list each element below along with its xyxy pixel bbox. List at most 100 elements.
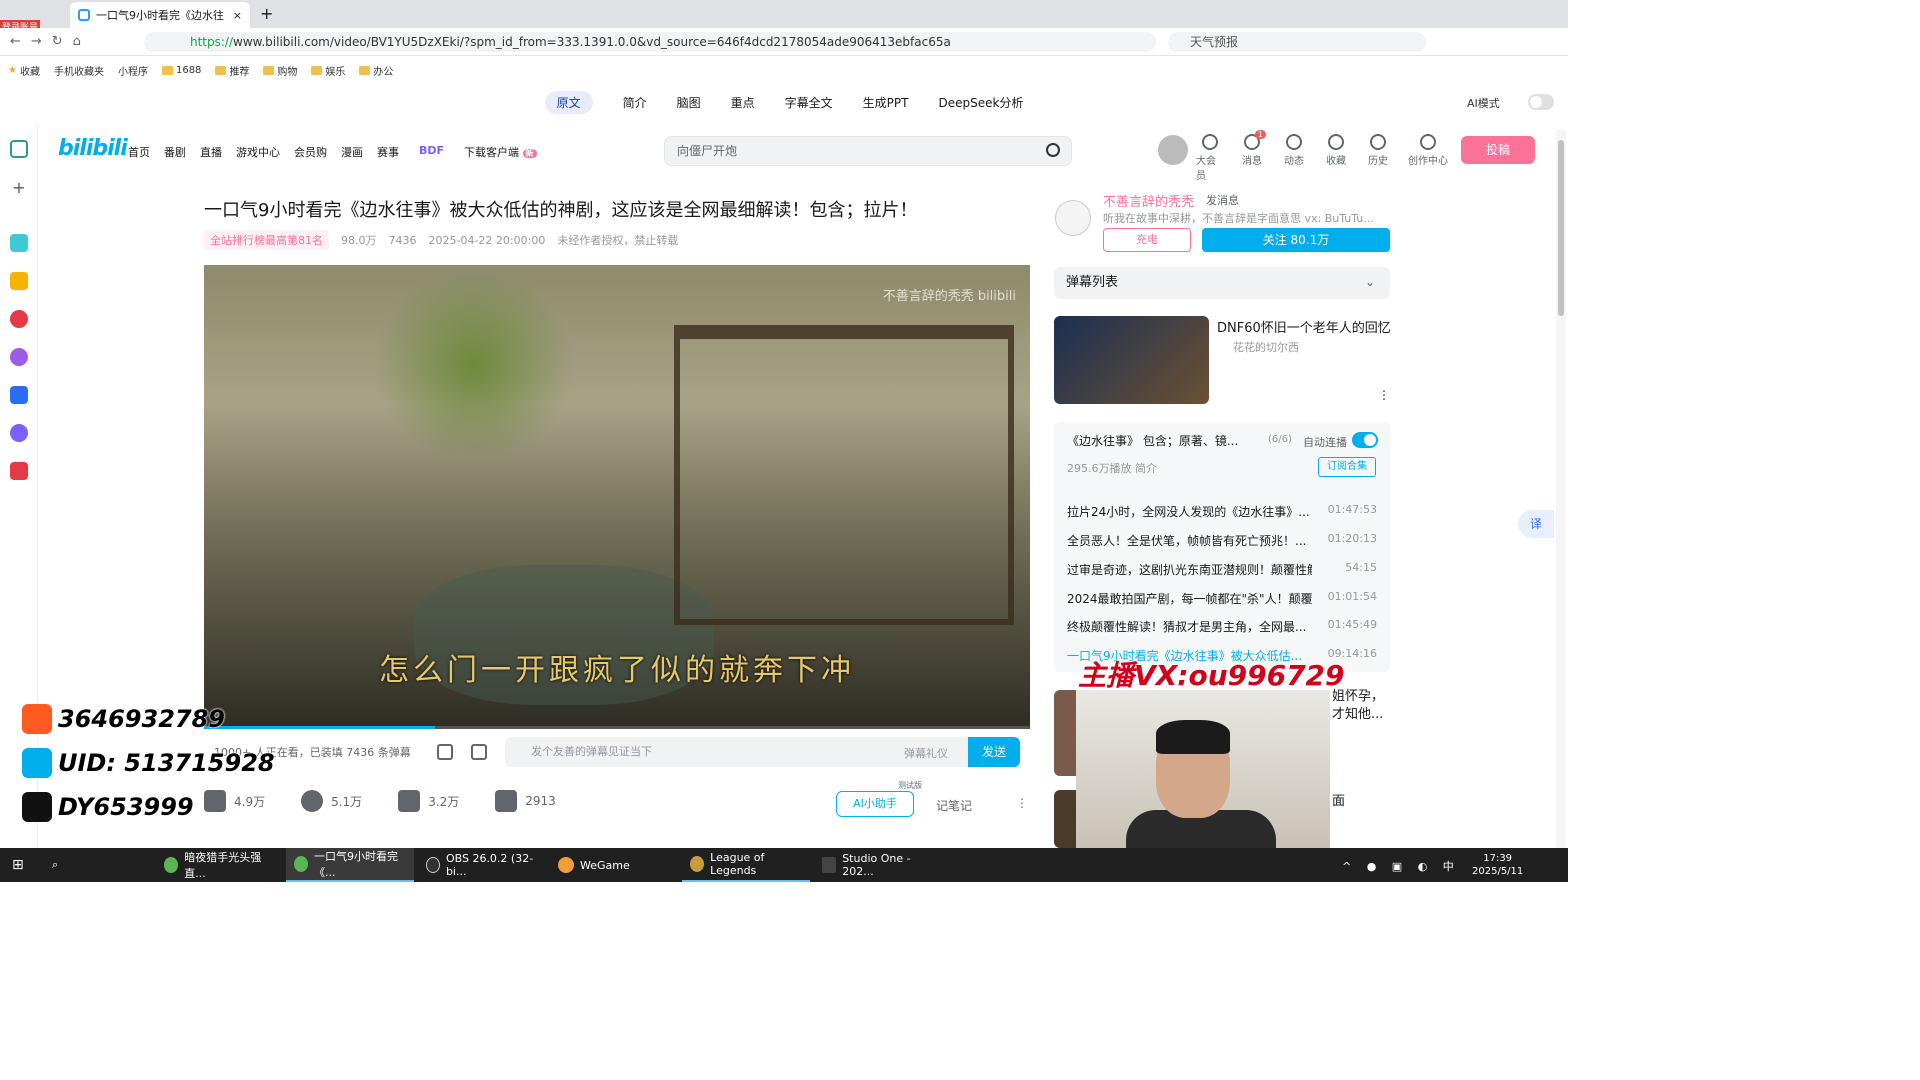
nav-game[interactable]: 游戏中心 — [236, 144, 280, 160]
share-button[interactable]: 2913 — [495, 790, 556, 812]
ai-assistant-button[interactable]: AI小助手 — [836, 791, 914, 817]
ai-tab-original[interactable]: 原文 — [544, 90, 593, 114]
progress-bar[interactable] — [204, 726, 1030, 729]
bookmark-item[interactable]: 手机收藏夹 — [54, 63, 104, 78]
nav-buttons[interactable]: ←→↻⌂ — [10, 34, 91, 49]
system-tray[interactable]: ^ ● ▣ ◐ 中 — [1342, 858, 1460, 874]
charge-button[interactable]: 充电 — [1103, 228, 1191, 252]
game-icon[interactable] — [10, 462, 28, 480]
danmaku-list-header[interactable]: 弹幕列表 — [1054, 267, 1390, 299]
taskbar-item-active[interactable]: 一口气9小时看完《... — [286, 848, 414, 882]
star-icon[interactable] — [10, 272, 28, 290]
playlist-item[interactable]: 拉片24小时，全网没人发现的《边水往事》... 01:47:53 — [1067, 503, 1377, 520]
bookmark-item[interactable]: 小程序 — [118, 63, 148, 78]
nav-shop[interactable]: 会员购 — [294, 144, 327, 160]
nav-home[interactable]: 首页 — [128, 144, 150, 160]
favorites-button[interactable]: 收藏 — [1322, 134, 1350, 182]
ai-tab-ppt[interactable]: 生成PPT — [863, 94, 909, 111]
nav-anime[interactable]: 番剧 — [164, 144, 186, 160]
recommend-thumbnail[interactable] — [1054, 316, 1209, 404]
upload-button[interactable]: 投稿 — [1461, 136, 1535, 164]
scrollbar-thumb[interactable] — [1558, 140, 1564, 316]
bookmark-item[interactable]: 推荐 — [215, 63, 249, 78]
more-icon[interactable]: ⋮ — [1378, 388, 1390, 402]
recommend-thumbnail[interactable] — [1054, 690, 1076, 776]
bookmark-item[interactable]: ★ 收藏 — [8, 63, 40, 78]
vip-button[interactable]: 大会员 — [1196, 134, 1224, 182]
user-avatar[interactable] — [1158, 135, 1188, 165]
close-icon[interactable]: × — [233, 9, 242, 22]
taskbar-clock[interactable]: 17:39 2025/5/11 — [1472, 852, 1523, 878]
nav-live[interactable]: 直播 — [200, 144, 222, 160]
follow-button[interactable]: 关注 80.1万 — [1202, 228, 1390, 252]
creator-button[interactable]: 创作中心 — [1406, 134, 1450, 182]
nav-bdf[interactable]: BDF — [419, 144, 444, 160]
send-message-link[interactable]: 发消息 — [1206, 192, 1239, 208]
ai-tab-mindmap[interactable]: 脑图 — [677, 94, 701, 111]
recommend-author[interactable]: 花花的切尔西 — [1233, 339, 1299, 355]
browser-tab[interactable]: 一口气9小时看完《边水往 × — [70, 2, 250, 28]
autoplay-toggle[interactable] — [1352, 432, 1378, 448]
ai-icon[interactable] — [10, 348, 28, 366]
danmaku-settings-icon[interactable] — [471, 744, 487, 760]
new-tab-button[interactable]: + — [260, 4, 273, 23]
danmaku-etiquette-link[interactable]: 弹幕礼仪 — [904, 745, 948, 761]
notes-button[interactable]: 记笔记 — [936, 797, 972, 814]
ai-tab-deepseek[interactable]: DeepSeek分析 — [938, 94, 1023, 111]
chevron-down-icon[interactable]: ⌄ — [1365, 275, 1375, 289]
ai-tab-keypoints[interactable]: 重点 — [731, 94, 755, 111]
uploader-avatar[interactable] — [1055, 200, 1091, 236]
message-button[interactable]: 消息 1 — [1238, 130, 1266, 182]
playlist-item[interactable]: 终极颠覆性解读！猜叔才是男主角，全网最... 01:45:49 — [1067, 618, 1377, 635]
recommend-title[interactable]: DNF60怀旧一个老年人的回忆 — [1217, 317, 1391, 336]
scrollbar[interactable] — [1556, 130, 1566, 848]
translate-button[interactable]: 译 — [1518, 510, 1554, 538]
ai-app-icon[interactable] — [10, 386, 28, 404]
taskbar-item[interactable]: Studio One - 202... — [814, 848, 942, 882]
taskbar-item[interactable]: OBS 26.0.2 (32-bi... — [418, 848, 546, 882]
video-player[interactable]: 不善言辞的秃秃 bilibili 怎么门一开跟疯了似的就奔下冲 — [204, 265, 1030, 728]
bookmark-item[interactable]: 1688 — [161, 65, 201, 76]
start-button[interactable]: ⊞ — [4, 848, 32, 882]
bilibili-logo[interactable]: bilibili — [58, 136, 128, 161]
taskbar-item[interactable]: League of Legends — [682, 848, 810, 882]
url-field[interactable]: https://www.bilibili.com/video/BV1YU5DzX… — [144, 32, 1156, 52]
favorite-button[interactable]: 3.2万 — [398, 790, 459, 812]
like-button[interactable]: 4.9万 — [204, 790, 265, 812]
nav-manga[interactable]: 漫画 — [341, 144, 363, 160]
app-icon[interactable] — [10, 234, 28, 252]
coin-button[interactable]: 5.1万 — [301, 790, 362, 812]
playlist-item[interactable]: 全员恶人！全是伏笔，帧帧皆有死亡预兆！... 01:20:13 — [1067, 532, 1377, 549]
web-search-input[interactable]: 天气预报 — [1168, 32, 1426, 52]
ai-tab-summary[interactable]: 简介 — [623, 94, 647, 111]
bookmark-item[interactable]: 娱乐 — [311, 63, 345, 78]
video-search-input[interactable]: 向僵尸开炮 — [664, 136, 1072, 166]
bookmark-item[interactable]: 办公 — [359, 63, 393, 78]
playlist-item[interactable]: 2024最敢拍国产剧，每一帧都在"杀"人！颠覆... 01:01:54 — [1067, 590, 1377, 607]
search-icon[interactable]: ⌕ — [44, 848, 66, 882]
home-icon[interactable] — [10, 140, 28, 158]
history-button[interactable]: 历史 — [1364, 134, 1392, 182]
danmaku-toggle-icon[interactable] — [437, 744, 453, 760]
recommend-thumbnail[interactable] — [1054, 790, 1076, 848]
rank-badge[interactable]: 全站排行榜最高第81名 — [204, 230, 329, 250]
playlist-item[interactable]: 过审是奇迹，这剧扒光东南亚潜规则！颠覆性解... 54:15 — [1067, 561, 1377, 578]
ai-mode-toggle[interactable] — [1528, 94, 1554, 110]
dynamic-button[interactable]: 动态 — [1280, 134, 1308, 182]
recommend-title-partial[interactable]: 面 — [1332, 790, 1345, 809]
playlist-title[interactable]: 《边水往事》 包含；原著、镜... — [1067, 432, 1238, 449]
bookmark-item[interactable]: 购物 — [263, 63, 297, 78]
search-icon[interactable] — [1046, 143, 1060, 157]
uploader-name[interactable]: 不善言辞的秃秃 — [1103, 191, 1194, 210]
taskbar-item[interactable]: 暗夜猎手光头强直... — [156, 848, 280, 882]
subscribe-button[interactable]: 订阅合集 — [1318, 457, 1376, 477]
nav-match[interactable]: 赛事 — [377, 144, 399, 160]
send-button[interactable]: 发送 — [968, 737, 1020, 767]
add-icon[interactable]: + — [10, 178, 28, 197]
network-icon[interactable] — [10, 310, 28, 328]
ai-tab-subtitles[interactable]: 字幕全文 — [785, 94, 833, 111]
bot-icon[interactable] — [10, 424, 28, 442]
nav-download[interactable]: 下载客户端 新 — [464, 144, 537, 160]
danmaku-input[interactable]: 发个友善的弹幕见证当下 — [505, 737, 968, 767]
more-icon[interactable]: ⋮ — [1016, 796, 1028, 810]
